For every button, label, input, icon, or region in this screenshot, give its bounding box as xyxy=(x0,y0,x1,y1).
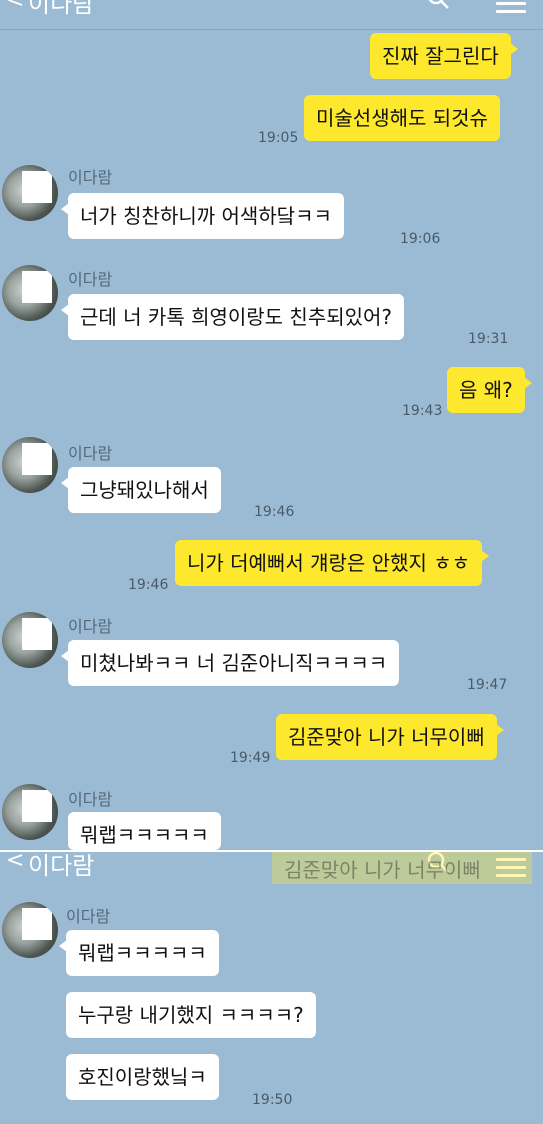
message-time: 19:46 xyxy=(254,504,295,520)
sender-name: 이다람 xyxy=(66,907,111,926)
avatar[interactable] xyxy=(2,437,58,493)
message-sent: 진짜 잘그린다 xyxy=(370,33,518,79)
message-sent: 니가 더예뻐서 걔랑은 안했지 ㅎㅎ xyxy=(175,540,490,586)
message-time: 19:50 xyxy=(252,1092,293,1108)
message-time: 19:49 xyxy=(230,750,271,766)
message-received: 그냥돼있나해서 xyxy=(61,467,221,513)
chat-title: 이다람 xyxy=(28,852,95,880)
chat-header: < 이다람 xyxy=(0,0,543,30)
chat-title: 이다람 xyxy=(28,0,95,18)
back-icon[interactable]: < xyxy=(6,848,24,873)
ghost-message-preview: 김준맞아 니가 너무이뻐 xyxy=(272,852,532,884)
sender-name: 이다람 xyxy=(68,270,113,289)
message-received: 너가 칭찬하니까 어색하닼ㅋㅋ xyxy=(61,193,344,239)
sender-name: 이다람 xyxy=(68,168,113,187)
message-sent: 김준맞아 니가 너무이뻐 xyxy=(276,714,504,760)
avatar[interactable] xyxy=(2,612,58,668)
message-time: 19:31 xyxy=(468,331,509,347)
avatar[interactable] xyxy=(2,902,58,958)
menu-icon[interactable] xyxy=(496,0,526,13)
message-sent: 음 왜? xyxy=(447,367,532,413)
message-received: 누구랑 내기했지 ㅋㅋㅋㅋ? xyxy=(66,992,316,1038)
message-time: 19:06 xyxy=(400,231,441,247)
sender-name: 이다람 xyxy=(68,790,113,809)
message-received: 뭐랩ㅋㅋㅋㅋㅋ xyxy=(68,812,221,850)
message-time: 19:05 xyxy=(258,130,299,146)
avatar[interactable] xyxy=(2,784,58,840)
avatar[interactable] xyxy=(2,165,58,221)
back-icon[interactable]: < xyxy=(6,0,24,13)
sender-name: 이다람 xyxy=(68,617,113,636)
message-received: 뭐랩ㅋㅋㅋㅋㅋ xyxy=(59,930,219,976)
avatar[interactable] xyxy=(2,265,58,321)
message-received: 근데 너 카톡 희영이랑도 친추되있어? xyxy=(60,294,405,340)
message-sent: 미술선생해도 되것슈 xyxy=(304,95,500,141)
message-time: 19:47 xyxy=(467,677,508,693)
search-icon[interactable] xyxy=(426,0,450,10)
message-time: 19:46 xyxy=(128,577,169,593)
message-received: 호진이랑했닠ㅋ xyxy=(66,1054,219,1100)
message-time: 19:43 xyxy=(402,403,443,419)
message-received: 미쳤나봐ㅋㅋ 너 김준아니직ㅋㅋㅋㅋ xyxy=(60,640,400,686)
sender-name: 이다람 xyxy=(68,444,113,463)
